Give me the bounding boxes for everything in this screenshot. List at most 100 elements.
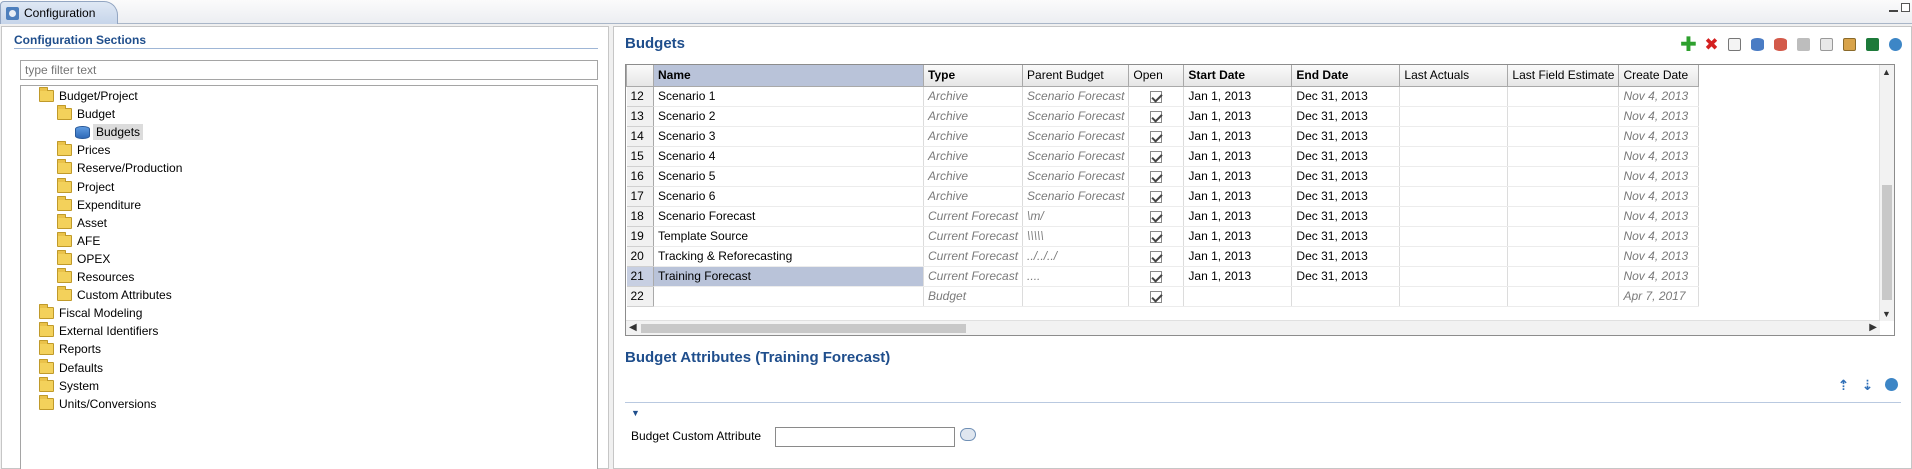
last-actuals-cell[interactable] xyxy=(1399,146,1509,167)
open-cell[interactable] xyxy=(1128,106,1185,127)
open-cell[interactable] xyxy=(1128,226,1185,247)
type-cell[interactable]: Archive xyxy=(923,186,1024,207)
create-cell[interactable]: Nov 4, 2013 xyxy=(1618,146,1700,167)
name-cell[interactable]: Scenario 3 xyxy=(653,126,924,147)
type-cell[interactable]: Current Forecast xyxy=(923,206,1024,227)
tree-item-fiscal-modeling[interactable]: Fiscal Modeling xyxy=(39,304,142,322)
table-row[interactable]: 14 Scenario 3 Archive Scenario Forecast Jan … xyxy=(626,126,1700,147)
horizontal-scrollbar[interactable]: ◀ ▶ xyxy=(626,320,1880,335)
start-cell[interactable]: Jan 1, 2013 xyxy=(1183,246,1293,267)
open-checkbox[interactable] xyxy=(1150,90,1163,103)
open-checkbox[interactable] xyxy=(1150,150,1163,163)
start-cell[interactable] xyxy=(1183,286,1293,307)
tree-item-reserve-production[interactable]: Reserve/Production xyxy=(57,159,182,177)
excel-icon[interactable] xyxy=(1863,35,1882,54)
name-cell[interactable] xyxy=(653,286,924,307)
open-cell[interactable] xyxy=(1128,86,1185,107)
start-cell[interactable]: Jan 1, 2013 xyxy=(1183,106,1293,127)
refresh-icon[interactable] xyxy=(1882,375,1901,394)
end-cell[interactable]: Dec 31, 2013 xyxy=(1291,86,1401,107)
last-actuals-cell[interactable] xyxy=(1399,246,1509,267)
move-up-icon[interactable]: ⇡ xyxy=(1834,375,1853,394)
type-cell[interactable]: Archive xyxy=(923,166,1024,187)
column-header[interactable]: Start Date xyxy=(1183,65,1293,87)
end-cell[interactable]: Dec 31, 2013 xyxy=(1291,126,1401,147)
tree-item-afe[interactable]: AFE xyxy=(57,231,100,250)
vertical-scrollbar[interactable]: ▲ ▼ xyxy=(1879,65,1894,321)
type-cell[interactable]: Current Forecast xyxy=(923,266,1024,287)
parent-cell[interactable]: Scenario Forecast xyxy=(1022,106,1130,127)
column-header[interactable]: Open xyxy=(1128,65,1185,87)
parent-cell[interactable]: ../../../ xyxy=(1022,246,1130,267)
table-row[interactable]: 15 Scenario 4 Archive Scenario Forecast Jan … xyxy=(626,146,1700,167)
start-cell[interactable]: Jan 1, 2013 xyxy=(1183,126,1293,147)
parent-cell[interactable]: Scenario Forecast xyxy=(1022,166,1130,187)
open-cell[interactable] xyxy=(1128,286,1185,307)
table-row[interactable]: 16 Scenario 5 Archive Scenario Forecast Jan … xyxy=(626,166,1700,187)
tree-item-asset[interactable]: Asset xyxy=(57,213,107,232)
tree-item-custom-attributes[interactable]: Custom Attributes xyxy=(57,286,172,304)
tree-item-external-identifiers[interactable]: External Identifiers xyxy=(39,322,158,340)
edit-icon[interactable] xyxy=(1725,35,1744,54)
create-cell[interactable]: Nov 4, 2013 xyxy=(1618,266,1700,287)
create-cell[interactable]: Nov 4, 2013 xyxy=(1618,246,1700,267)
tree-item-system[interactable]: System xyxy=(39,376,99,395)
last-field-cell[interactable] xyxy=(1507,206,1620,227)
create-cell[interactable]: Nov 4, 2013 xyxy=(1618,226,1700,247)
create-cell[interactable]: Nov 4, 2013 xyxy=(1618,86,1700,107)
name-cell[interactable]: Tracking & Reforecasting xyxy=(653,246,924,267)
end-cell[interactable]: Dec 31, 2013 xyxy=(1291,106,1401,127)
open-checkbox[interactable] xyxy=(1150,130,1163,143)
last-field-cell[interactable] xyxy=(1507,166,1620,187)
last-actuals-cell[interactable] xyxy=(1399,106,1509,127)
comment-bubble-icon[interactable] xyxy=(960,428,976,441)
open-checkbox[interactable] xyxy=(1150,230,1163,243)
table-row[interactable]: 12 Scenario 1 Archive Scenario Forecast Jan … xyxy=(626,86,1700,107)
name-cell[interactable]: Scenario 4 xyxy=(653,146,924,167)
end-cell[interactable]: Dec 31, 2013 xyxy=(1291,266,1401,287)
create-cell[interactable]: Nov 4, 2013 xyxy=(1618,206,1700,227)
create-cell[interactable]: Nov 4, 2013 xyxy=(1618,186,1700,207)
create-cell[interactable]: Nov 4, 2013 xyxy=(1618,166,1700,187)
last-field-cell[interactable] xyxy=(1507,106,1620,127)
type-cell[interactable]: Archive xyxy=(923,106,1024,127)
start-cell[interactable]: Jan 1, 2013 xyxy=(1183,226,1293,247)
open-cell[interactable] xyxy=(1128,186,1185,207)
tree-item-budget-project[interactable]: Budget/Project xyxy=(39,87,138,105)
create-cell[interactable]: Nov 4, 2013 xyxy=(1618,106,1700,127)
open-checkbox[interactable] xyxy=(1150,190,1163,203)
start-cell[interactable]: Jan 1, 2013 xyxy=(1183,86,1293,107)
end-cell[interactable]: Dec 31, 2013 xyxy=(1291,166,1401,187)
grid-settings-icon[interactable] xyxy=(1840,35,1859,54)
type-cell[interactable]: Archive xyxy=(923,86,1024,107)
open-checkbox[interactable] xyxy=(1150,170,1163,183)
last-actuals-cell[interactable] xyxy=(1399,226,1509,247)
open-checkbox[interactable] xyxy=(1150,290,1163,303)
table-row[interactable]: 13 Scenario 2 Archive Scenario Forecast Jan … xyxy=(626,106,1700,127)
column-header[interactable]: Last Field Estimate xyxy=(1507,65,1620,87)
end-cell[interactable]: Dec 31, 2013 xyxy=(1291,206,1401,227)
create-cell[interactable]: Nov 4, 2013 xyxy=(1618,126,1700,147)
type-cell[interactable]: Archive xyxy=(923,126,1024,147)
refresh-icon[interactable] xyxy=(1886,35,1905,54)
open-cell[interactable] xyxy=(1128,146,1185,167)
scroll-up-icon[interactable]: ▲ xyxy=(1882,67,1891,77)
tab-configuration[interactable]: Configuration xyxy=(0,1,118,24)
scroll-left-icon[interactable]: ◀ xyxy=(629,322,637,333)
parent-cell[interactable]: .... xyxy=(1022,266,1130,287)
add-icon[interactable]: ✚ xyxy=(1679,35,1698,55)
type-cell[interactable]: Archive xyxy=(923,146,1024,167)
last-field-cell[interactable] xyxy=(1507,286,1620,307)
copy-icon[interactable] xyxy=(1817,35,1836,54)
tree-item-defaults[interactable]: Defaults xyxy=(39,358,103,377)
table-row[interactable]: 20 Tracking & Reforecasting Current Foreca… xyxy=(626,246,1700,267)
parent-cell[interactable]: Scenario Forecast xyxy=(1022,186,1130,207)
name-cell[interactable]: Scenario 6 xyxy=(653,186,924,207)
print-icon[interactable] xyxy=(1794,35,1813,54)
vertical-scroll-thumb[interactable] xyxy=(1882,185,1892,300)
end-cell[interactable]: Dec 31, 2013 xyxy=(1291,186,1401,207)
tree-item-resources[interactable]: Resources xyxy=(57,268,134,286)
table-row[interactable]: 19 Template Source Current Forecast \\\\\ Ja… xyxy=(626,226,1700,247)
tree-item-prices[interactable]: Prices xyxy=(57,141,110,159)
open-checkbox[interactable] xyxy=(1150,270,1163,283)
